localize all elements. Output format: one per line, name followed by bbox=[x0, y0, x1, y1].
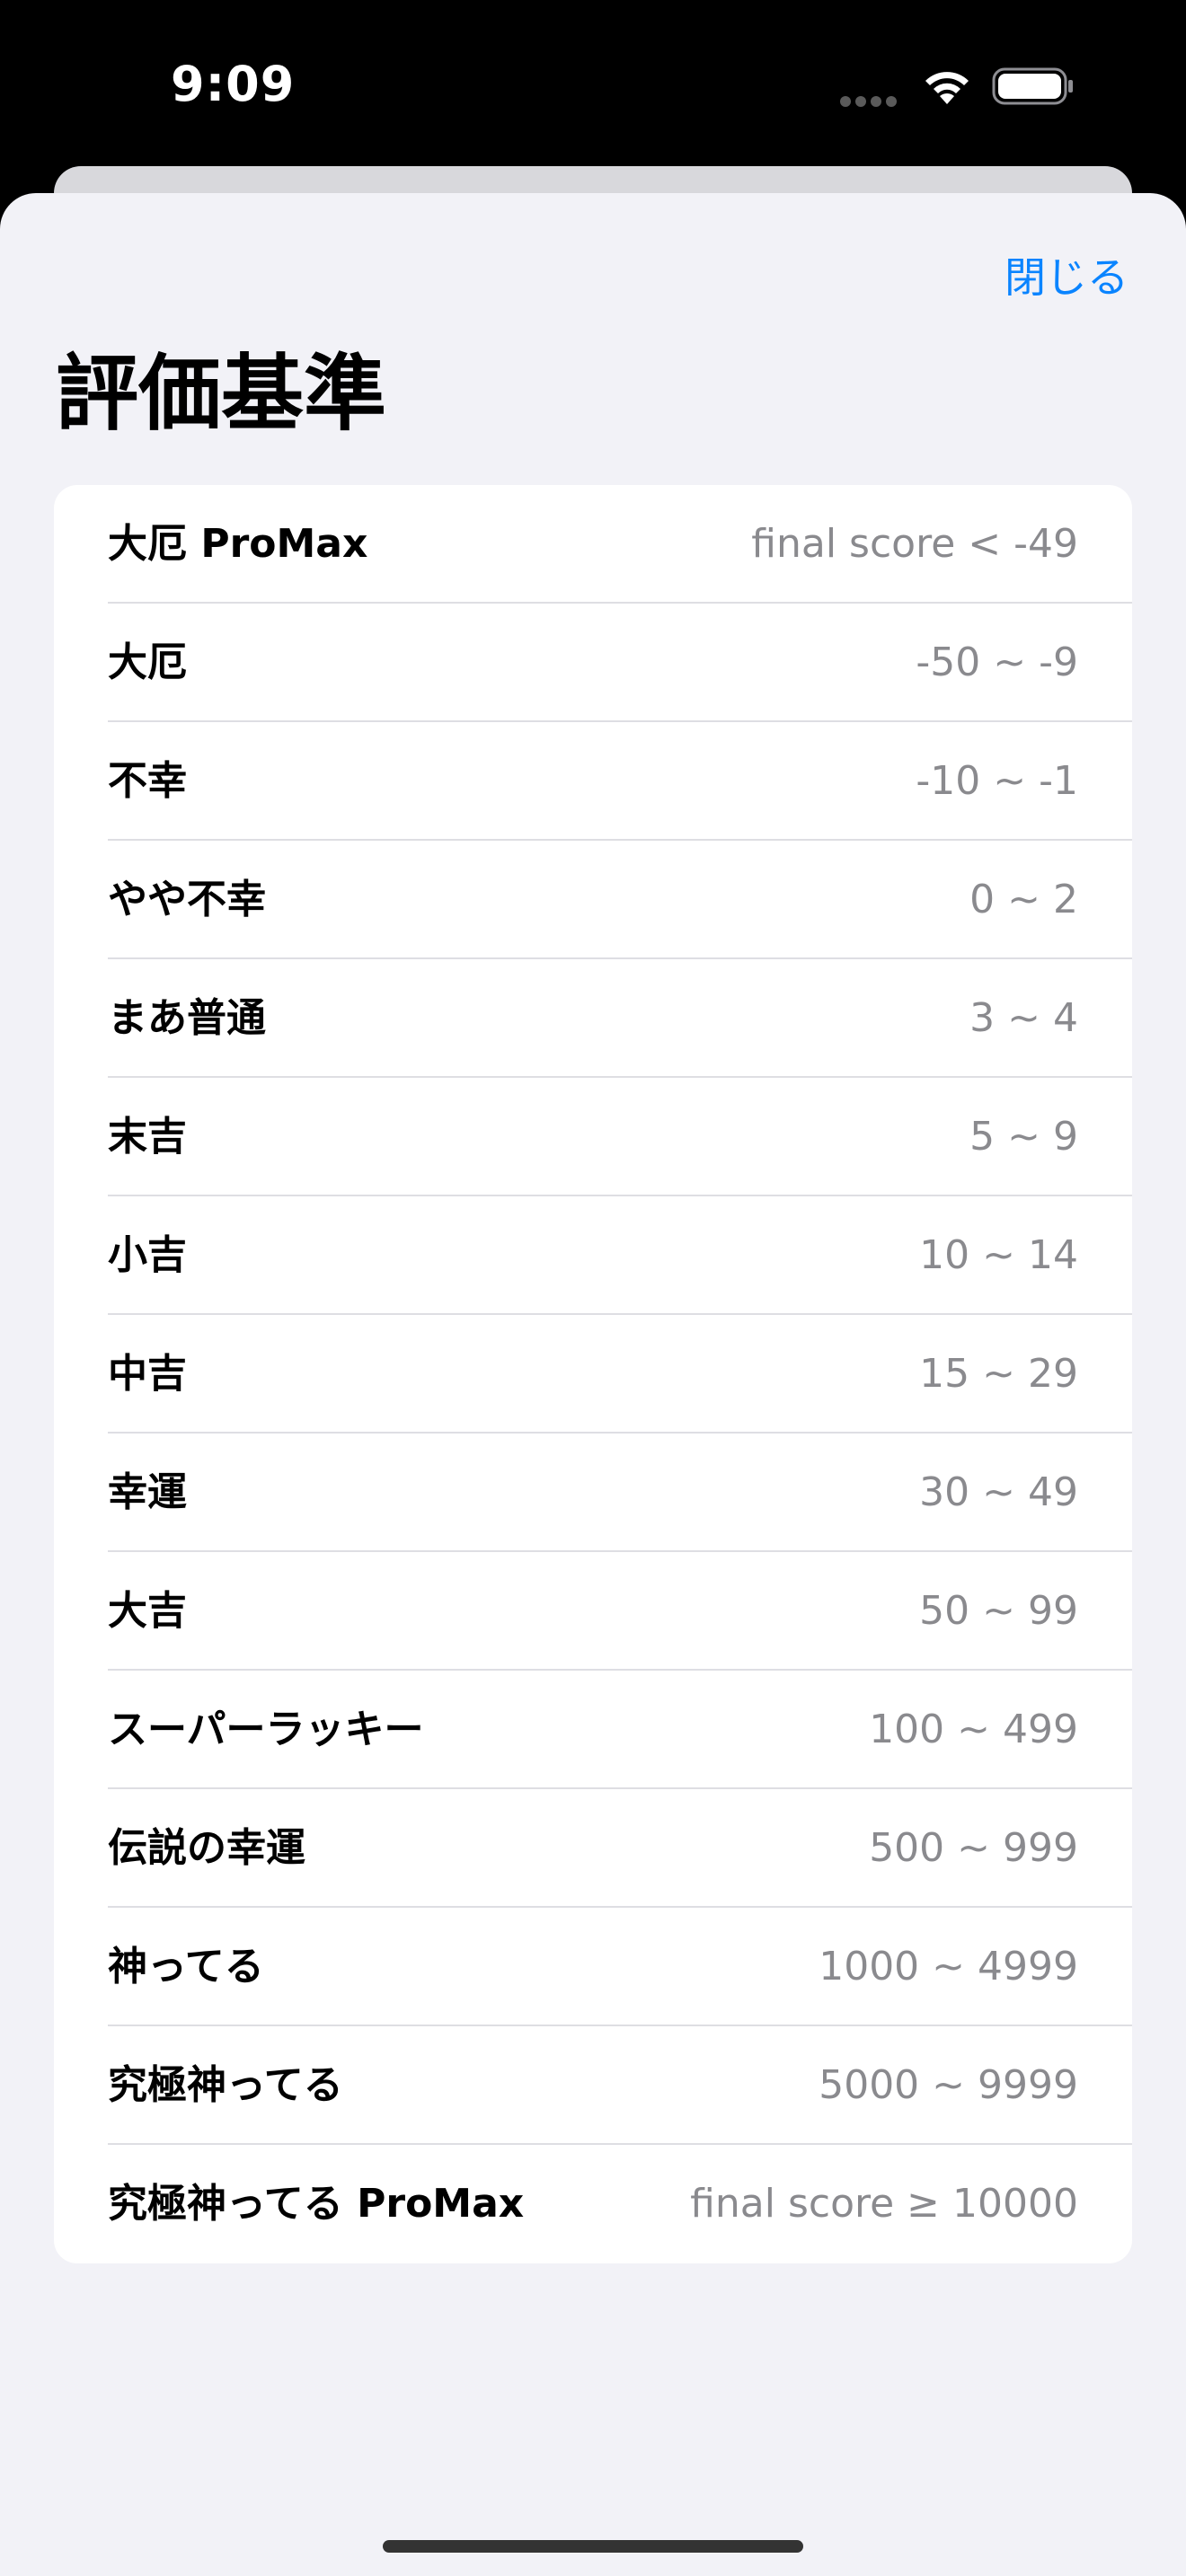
criteria-row: 伝説の幸運 500 ~ 999 bbox=[54, 1789, 1132, 1908]
wifi-icon bbox=[925, 72, 969, 104]
criteria-row: まあ普通 3 ~ 4 bbox=[54, 959, 1132, 1078]
criteria-range: 100 ~ 499 bbox=[869, 1707, 1078, 1752]
criteria-row: 幸運 30 ~ 49 bbox=[54, 1434, 1132, 1552]
criteria-label: スーパーラッキー bbox=[108, 1707, 424, 1752]
criteria-sheet: 閉じる 評価基準 大厄 ProMax final score < -49 大厄 … bbox=[0, 193, 1186, 2576]
criteria-range: -10 ~ -1 bbox=[916, 758, 1078, 804]
criteria-range: 10 ~ 14 bbox=[919, 1232, 1078, 1278]
close-button[interactable]: 閉じる bbox=[1005, 245, 1128, 304]
criteria-label: 中吉 bbox=[108, 1351, 187, 1397]
criteria-label: 大厄 ProMax bbox=[108, 521, 368, 567]
criteria-label: 神ってる bbox=[108, 1944, 264, 1989]
criteria-label: 末吉 bbox=[108, 1114, 187, 1160]
criteria-range: 30 ~ 49 bbox=[919, 1469, 1078, 1515]
criteria-range: final score ≥ 10000 bbox=[690, 2181, 1078, 2227]
criteria-label: 大吉 bbox=[108, 1588, 187, 1634]
cellular-dots-icon bbox=[840, 93, 903, 107]
criteria-list: 大厄 ProMax final score < -49 大厄 -50 ~ -9 … bbox=[54, 485, 1132, 2263]
criteria-row: 神ってる 1000 ~ 4999 bbox=[54, 1908, 1132, 2026]
home-indicator[interactable] bbox=[383, 2540, 803, 2553]
criteria-label: まあ普通 bbox=[108, 995, 266, 1041]
criteria-label: やや不幸 bbox=[108, 877, 266, 922]
criteria-range: 15 ~ 29 bbox=[919, 1351, 1078, 1397]
criteria-row: 小吉 10 ~ 14 bbox=[54, 1196, 1132, 1315]
criteria-row: 究極神ってる ProMax final score ≥ 10000 bbox=[54, 2145, 1132, 2263]
criteria-range: -50 ~ -9 bbox=[916, 640, 1078, 685]
criteria-row: 末吉 5 ~ 9 bbox=[54, 1078, 1132, 1196]
criteria-label: 不幸 bbox=[108, 758, 187, 804]
criteria-label: 究極神ってる ProMax bbox=[108, 2181, 525, 2227]
status-bar: 9:09 bbox=[0, 0, 1186, 171]
criteria-row: 大吉 50 ~ 99 bbox=[54, 1552, 1132, 1671]
battery-icon bbox=[992, 67, 1073, 105]
criteria-range: 5 ~ 9 bbox=[969, 1114, 1078, 1160]
criteria-label: 小吉 bbox=[108, 1232, 187, 1278]
criteria-row: 大厄 -50 ~ -9 bbox=[54, 604, 1132, 722]
criteria-row: やや不幸 0 ~ 2 bbox=[54, 841, 1132, 959]
criteria-label: 幸運 bbox=[108, 1469, 187, 1515]
criteria-range: 0 ~ 2 bbox=[969, 877, 1078, 922]
criteria-label: 大厄 bbox=[108, 640, 187, 685]
criteria-row: 不幸 -10 ~ -1 bbox=[54, 722, 1132, 841]
criteria-row: 中吉 15 ~ 29 bbox=[54, 1315, 1132, 1434]
criteria-range: 5000 ~ 9999 bbox=[819, 2062, 1078, 2108]
criteria-range: 50 ~ 99 bbox=[919, 1588, 1078, 1634]
criteria-label: 究極神ってる bbox=[108, 2062, 343, 2108]
criteria-range: final score < -49 bbox=[751, 521, 1078, 567]
criteria-range: 1000 ~ 4999 bbox=[819, 1944, 1078, 1989]
criteria-range: 3 ~ 4 bbox=[969, 995, 1078, 1041]
criteria-range: 500 ~ 999 bbox=[869, 1825, 1078, 1871]
criteria-row: スーパーラッキー 100 ~ 499 bbox=[54, 1671, 1132, 1789]
status-time: 9:09 bbox=[171, 56, 296, 112]
criteria-row: 大厄 ProMax final score < -49 bbox=[54, 485, 1132, 604]
page-title: 評価基準 bbox=[56, 346, 387, 442]
criteria-row: 究極神ってる 5000 ~ 9999 bbox=[54, 2026, 1132, 2145]
criteria-label: 伝説の幸運 bbox=[108, 1825, 305, 1871]
